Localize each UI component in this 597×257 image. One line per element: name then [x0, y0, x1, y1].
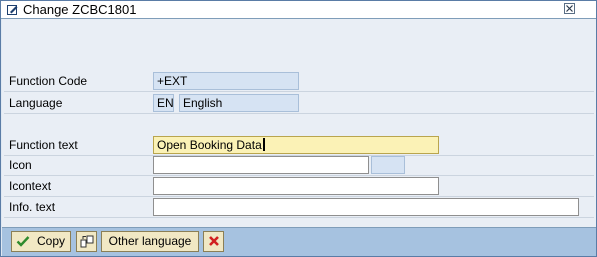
- function-text-input[interactable]: Open Booking Data: [153, 136, 439, 154]
- row-function-text: Function text Open Booking Data: [4, 134, 594, 156]
- info-text-label: Info. text: [9, 200, 56, 214]
- language-name-field: English: [179, 94, 299, 112]
- row-info-text: Info. text: [4, 196, 594, 218]
- edit-window-icon: [7, 5, 18, 15]
- icon-preview-field: [371, 156, 405, 174]
- row-icontext: Icontext: [4, 175, 594, 197]
- function-code-label: Function Code: [9, 74, 88, 88]
- row-function-code: Function Code +EXT: [4, 70, 594, 92]
- close-icon: [566, 5, 573, 12]
- icontext-input[interactable]: [153, 177, 439, 195]
- info-text-input[interactable]: [153, 198, 579, 216]
- other-language-button[interactable]: Other language: [101, 231, 199, 252]
- copy-button-label: Copy: [37, 234, 66, 248]
- checkmark-icon: [16, 236, 30, 247]
- icon-label: Icon: [9, 158, 32, 172]
- icon-input[interactable]: [153, 156, 369, 174]
- row-language: Language EN English: [4, 92, 594, 114]
- cancel-button[interactable]: [203, 231, 224, 252]
- window-title: Change ZCBC1801: [23, 2, 137, 17]
- language-code-field: EN: [153, 94, 174, 112]
- change-dialog: Change ZCBC1801 Function Code +EXT Langu…: [0, 0, 597, 257]
- close-button[interactable]: [564, 3, 575, 14]
- function-text-value: Open Booking Data: [157, 138, 262, 152]
- function-text-label: Function text: [9, 138, 78, 152]
- cancel-x-icon: [209, 236, 219, 246]
- other-action-button[interactable]: [76, 231, 97, 252]
- copy-button[interactable]: Copy: [11, 231, 71, 252]
- row-icon: Icon: [4, 154, 594, 176]
- text-cursor: [262, 138, 265, 151]
- button-toolbar: Copy Other language: [2, 227, 596, 256]
- icontext-label: Icontext: [9, 179, 52, 193]
- function-code-field: +EXT: [153, 72, 299, 90]
- form-panel: Function Code +EXT Language EN English F…: [2, 19, 596, 227]
- title-bar: Change ZCBC1801: [1, 1, 596, 19]
- language-label: Language: [9, 96, 63, 110]
- transfer-icon: [80, 235, 94, 248]
